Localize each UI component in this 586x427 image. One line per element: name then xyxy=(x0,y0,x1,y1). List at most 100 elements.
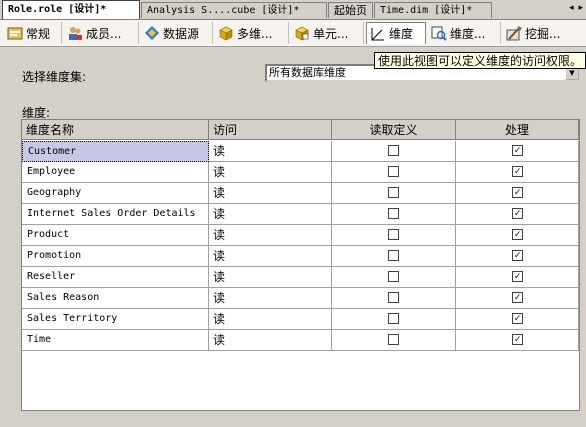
read-definition-checkbox[interactable] xyxy=(388,145,399,156)
table-row[interactable]: Geography 读 ✓ xyxy=(22,183,579,204)
table-row[interactable]: Promotion 读 ✓ xyxy=(22,246,579,267)
tab-cubes-label: 多维... xyxy=(237,26,273,41)
dimension-icon xyxy=(370,26,386,42)
dimension-name-cell[interactable]: Internet Sales Order Details xyxy=(22,204,209,225)
tab-members[interactable]: 成员... xyxy=(64,22,139,44)
table-row[interactable]: Employee 读 ✓ xyxy=(22,162,579,183)
tab-dimensions-label: 维度 xyxy=(389,27,414,41)
process-cell: ✓ xyxy=(456,162,579,183)
dimension-name-cell[interactable]: Promotion xyxy=(22,246,209,267)
process-cell: ✓ xyxy=(456,141,579,162)
document-tab-strip: Role.role [设计]* Analysis S....cube [设计]*… xyxy=(0,0,586,20)
mining-icon xyxy=(506,25,522,41)
access-cell[interactable]: 读 xyxy=(209,183,332,204)
designer-toolbar: 常规 成员... 数据源 多维... 单元... 维度 维度... 挖掘... xyxy=(0,20,586,47)
grid-header: 维度名称 访问 读取定义 处理 xyxy=(22,120,579,141)
process-cell: ✓ xyxy=(456,225,579,246)
read-definition-checkbox[interactable] xyxy=(388,313,399,324)
process-checkbox[interactable]: ✓ xyxy=(512,166,523,177)
process-cell: ✓ xyxy=(456,204,579,225)
table-row[interactable]: Sales Reason 读 ✓ xyxy=(22,288,579,309)
datasource-icon xyxy=(144,25,160,41)
column-header-read-definition[interactable]: 读取定义 xyxy=(332,120,456,140)
read-definition-cell xyxy=(332,141,456,162)
process-cell: ✓ xyxy=(456,183,579,204)
table-row[interactable]: Sales Territory 读 ✓ xyxy=(22,309,579,330)
doc-tab-role[interactable]: Role.role [设计]* xyxy=(2,0,140,19)
read-definition-cell xyxy=(332,162,456,183)
dimension-set-value: 所有数据库维度 xyxy=(269,66,346,79)
read-definition-checkbox[interactable] xyxy=(388,250,399,261)
process-checkbox[interactable]: ✓ xyxy=(512,271,523,282)
tab-datasource-label: 数据源 xyxy=(163,26,200,41)
process-checkbox[interactable]: ✓ xyxy=(512,292,523,303)
dimension-name-cell[interactable]: Product xyxy=(22,225,209,246)
tab-datasource[interactable]: 数据源 xyxy=(141,22,213,44)
process-checkbox[interactable]: ✓ xyxy=(512,145,523,156)
dimension-name-cell[interactable]: Sales Territory xyxy=(22,309,209,330)
access-cell[interactable]: 读 xyxy=(209,267,332,288)
process-checkbox[interactable]: ✓ xyxy=(512,229,523,240)
column-header-process[interactable]: 处理 xyxy=(456,120,579,140)
read-definition-cell xyxy=(332,288,456,309)
read-definition-cell xyxy=(332,246,456,267)
read-definition-checkbox[interactable] xyxy=(388,208,399,219)
read-definition-checkbox[interactable] xyxy=(388,292,399,303)
access-cell[interactable]: 读 xyxy=(209,225,332,246)
tab-cubes[interactable]: 多维... xyxy=(215,22,289,44)
tab-dimension-data[interactable]: 维度... xyxy=(428,22,501,44)
process-checkbox[interactable]: ✓ xyxy=(512,313,523,324)
read-definition-checkbox[interactable] xyxy=(388,271,399,282)
tab-scroll-arrows[interactable]: ◂ ▸ xyxy=(569,3,584,13)
general-icon xyxy=(7,25,23,41)
doc-tab-time-dim[interactable]: Time.dim [设计]* xyxy=(374,2,492,18)
read-definition-checkbox[interactable] xyxy=(388,334,399,345)
tab-cell-data[interactable]: 单元... xyxy=(291,22,364,44)
table-row[interactable]: Reseller 读 ✓ xyxy=(22,267,579,288)
dimensions-grid: 维度名称 访问 读取定义 处理 Customer 读 ✓ Employee 读 ✓ Geog… xyxy=(21,119,580,411)
dimension-name-cell[interactable]: Geography xyxy=(22,183,209,204)
tab-general[interactable]: 常规 xyxy=(4,22,62,44)
dimension-set-label: 选择维度集: xyxy=(22,70,87,84)
doc-tab-cube[interactable]: Analysis S....cube [设计]* xyxy=(141,2,327,18)
access-cell[interactable]: 读 xyxy=(209,162,332,183)
dimension-data-icon xyxy=(431,25,447,41)
read-definition-cell xyxy=(332,204,456,225)
table-row[interactable]: Customer 读 ✓ xyxy=(22,141,579,162)
cell-icon xyxy=(294,25,310,41)
process-checkbox[interactable]: ✓ xyxy=(512,208,523,219)
process-cell: ✓ xyxy=(456,309,579,330)
table-row[interactable]: Internet Sales Order Details 读 ✓ xyxy=(22,204,579,225)
tab-mining[interactable]: 挖掘... xyxy=(503,22,573,44)
dimension-name-cell[interactable]: Sales Reason xyxy=(22,288,209,309)
tab-cell-data-label: 单元... xyxy=(313,26,349,41)
access-cell[interactable]: 读 xyxy=(209,288,332,309)
read-definition-checkbox[interactable] xyxy=(388,166,399,177)
process-checkbox[interactable]: ✓ xyxy=(512,334,523,345)
dimension-name-cell[interactable]: Employee xyxy=(22,162,209,183)
doc-tab-start-page[interactable]: 起始页 xyxy=(328,2,373,18)
read-definition-cell xyxy=(332,330,456,351)
process-checkbox[interactable]: ✓ xyxy=(512,250,523,261)
access-cell[interactable]: 读 xyxy=(209,141,332,162)
members-icon xyxy=(67,25,83,41)
process-checkbox[interactable]: ✓ xyxy=(512,187,523,198)
dimension-name-cell[interactable]: Customer xyxy=(22,141,209,162)
tab-members-label: 成员... xyxy=(86,26,122,41)
dimension-name-cell[interactable]: Reseller xyxy=(22,267,209,288)
column-header-dimension-name[interactable]: 维度名称 xyxy=(22,120,209,140)
cube-icon xyxy=(218,25,234,41)
read-definition-checkbox[interactable] xyxy=(388,187,399,198)
table-row[interactable]: Time 读 ✓ xyxy=(22,330,579,351)
read-definition-cell xyxy=(332,183,456,204)
column-header-access[interactable]: 访问 xyxy=(209,120,332,140)
tab-dimensions[interactable]: 维度 xyxy=(366,22,426,44)
access-cell[interactable]: 读 xyxy=(209,330,332,351)
access-cell[interactable]: 读 xyxy=(209,309,332,330)
read-definition-checkbox[interactable] xyxy=(388,229,399,240)
access-cell[interactable]: 读 xyxy=(209,246,332,267)
access-cell[interactable]: 读 xyxy=(209,204,332,225)
dimension-name-cell[interactable]: Time xyxy=(22,330,209,351)
tab-mining-label: 挖掘... xyxy=(525,26,561,41)
table-row[interactable]: Product 读 ✓ xyxy=(22,225,579,246)
